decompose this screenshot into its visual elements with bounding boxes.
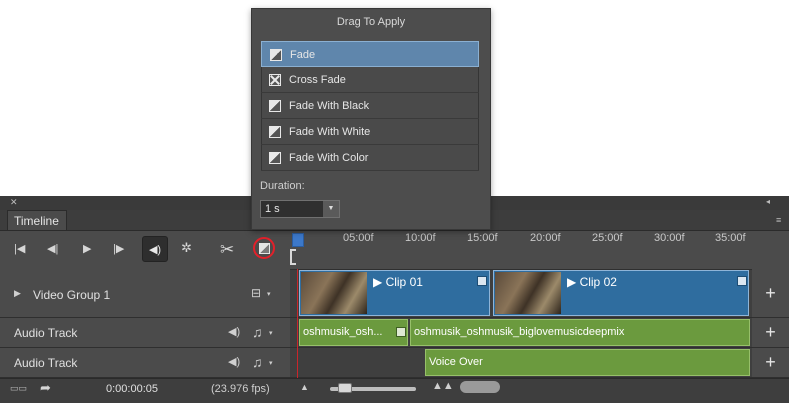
collapse-icon[interactable]: ◂ [766, 197, 770, 206]
clip-thumbnail [495, 272, 561, 314]
chevron-down-icon[interactable]: ▼ [323, 201, 339, 217]
clip-end-icon[interactable] [737, 276, 747, 286]
ruler-tick: 10:00f [405, 232, 436, 244]
horizontal-scrollbar[interactable] [460, 381, 500, 393]
ruler-tick: 30:00f [654, 232, 685, 244]
ruler-tick: 25:00f [592, 232, 623, 244]
share-arrow-icon[interactable]: ➦ [40, 380, 51, 396]
zoom-in-icon[interactable]: ▲▲ [432, 380, 454, 392]
step-back-icon[interactable]: ◀| [47, 242, 58, 255]
clip-name: ▶ Clip 02 [567, 275, 617, 289]
cross-fade-icon [269, 74, 281, 86]
audio-clip[interactable]: oshmusik_osh... [299, 319, 408, 346]
ruler-tick: 05:00f [343, 232, 374, 244]
step-forward-icon[interactable]: |▶ [113, 242, 124, 255]
transition-item-cross-fade[interactable]: Cross Fade [261, 67, 479, 93]
fade-icon [269, 126, 281, 138]
zoom-out-icon[interactable]: ▲ [300, 382, 309, 392]
view-toggle-icon[interactable]: ▭▭ [10, 383, 27, 394]
transition-item-fade-with-black[interactable]: Fade With Black [261, 93, 479, 119]
playhead-handle[interactable] [292, 233, 304, 247]
speaker-icon[interactable]: ◀) [228, 325, 240, 338]
audio-toggle-button[interactable]: ◀) [142, 236, 168, 262]
ruler-tick: 15:00f [467, 232, 498, 244]
chevron-down-icon[interactable]: ▾ [269, 359, 273, 367]
zoom-slider-handle[interactable] [338, 383, 352, 393]
audio-clip[interactable]: oshmusik_oshmusik_biglovemusicdeepmix [410, 319, 750, 346]
clip-name: ▶ Clip 01 [373, 275, 423, 289]
speaker-icon[interactable]: ◀) [228, 355, 240, 368]
duration-label: Duration: [260, 180, 305, 192]
scissors-icon[interactable]: ✂ [220, 240, 234, 260]
play-icon[interactable]: ▶ [83, 242, 91, 255]
expand-triangle-icon[interactable]: ▶ [14, 288, 21, 299]
add-track-button[interactable]: + [752, 318, 789, 348]
transition-item-fade[interactable]: Fade [261, 41, 479, 67]
transition-item-fade-with-color[interactable]: Fade With Color [261, 145, 479, 171]
transition-icon[interactable] [259, 243, 270, 254]
film-icon[interactable]: ⊟ [251, 286, 261, 300]
track-label: Audio Track [14, 356, 78, 370]
chevron-down-icon[interactable]: ▾ [269, 329, 273, 337]
add-track-button[interactable]: + [752, 348, 789, 378]
settings-gear-icon[interactable]: ✲ [181, 240, 192, 256]
work-area-marker[interactable] [290, 249, 296, 265]
fps-readout: (23.976 fps) [211, 383, 270, 395]
audio-clip[interactable]: Voice Over [425, 349, 750, 376]
playhead-line [297, 269, 298, 379]
track-label: Audio Track [14, 326, 78, 340]
music-note-icon[interactable]: ♫ [252, 324, 263, 340]
music-note-icon[interactable]: ♫ [252, 354, 263, 370]
clip-end-icon[interactable] [396, 327, 406, 337]
timecode: 0:00:00:05 [106, 383, 158, 395]
chevron-down-icon[interactable]: ▾ [267, 290, 271, 298]
add-track-button[interactable]: + [752, 270, 789, 318]
fade-icon [269, 100, 281, 112]
ruler-tick: 20:00f [530, 232, 561, 244]
clip-thumbnail [301, 272, 367, 314]
fade-icon [269, 152, 281, 164]
clip-end-icon[interactable] [477, 276, 487, 286]
close-icon[interactable]: ✕ [10, 197, 18, 208]
ruler-tick: 35:00f [715, 232, 746, 244]
go-to-start-icon[interactable]: |◀ [14, 242, 25, 255]
tab-timeline[interactable]: Timeline [7, 210, 67, 230]
transition-item-fade-with-white[interactable]: Fade With White [261, 119, 479, 145]
track-label: Video Group 1 [33, 288, 111, 302]
fade-icon [270, 49, 282, 61]
popup-title: Drag To Apply [336, 16, 406, 28]
panel-menu-icon[interactable]: ≡ [776, 215, 781, 225]
